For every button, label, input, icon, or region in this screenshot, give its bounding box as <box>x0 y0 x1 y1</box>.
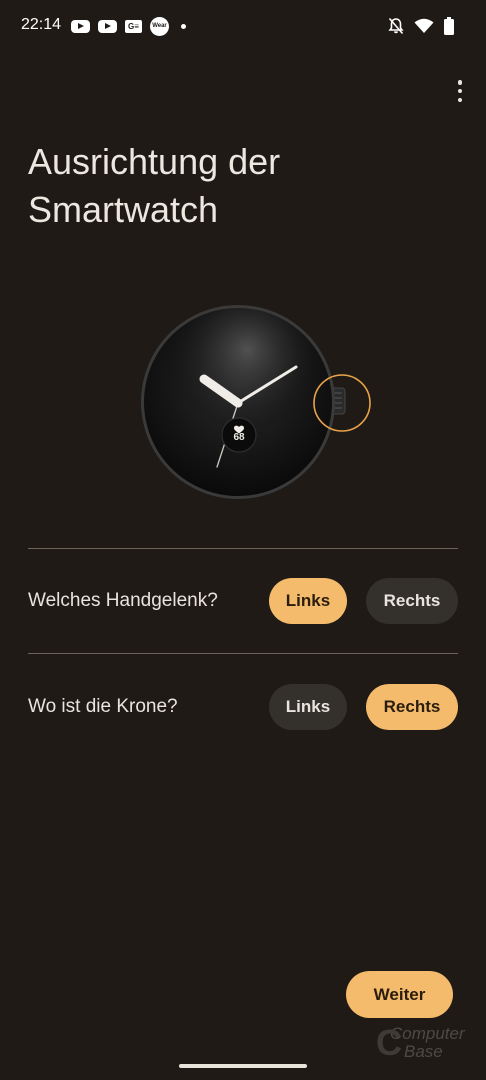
status-bar: 22:14 G≡ Wear <box>0 0 486 54</box>
next-button[interactable]: Weiter <box>346 971 453 1018</box>
more-options-icon[interactable] <box>454 80 466 102</box>
wrist-question-label: Welches Handgelenk? <box>28 590 218 611</box>
divider <box>28 653 458 654</box>
home-indicator[interactable] <box>179 1064 307 1068</box>
bell-off-icon <box>388 17 404 35</box>
status-time: 22:14 <box>21 16 62 33</box>
computerbase-watermark: Computer Base C <box>376 1022 480 1066</box>
wifi-icon <box>414 18 434 33</box>
system-icons <box>388 17 454 35</box>
battery-icon <box>444 17 454 35</box>
watermark-line2: Base <box>404 1042 443 1061</box>
more-notifications-dot-icon <box>181 24 186 29</box>
wrist-right-button[interactable]: Rechts <box>366 578 458 624</box>
youtube-icon <box>71 20 90 33</box>
notification-icons: G≡ Wear <box>71 17 186 36</box>
news-icon: G≡ <box>125 20 142 33</box>
watch-face-icon <box>141 305 371 499</box>
wrist-left-button[interactable]: Links <box>269 578 347 624</box>
page-title: Ausrichtung der Smartwatch <box>28 141 281 230</box>
wear-os-icon: Wear <box>150 17 169 36</box>
crown-question-label: Wo ist die Krone? <box>28 696 178 717</box>
heart-rate-value: 68 <box>233 432 245 443</box>
youtube-icon <box>98 20 117 33</box>
crown-left-button[interactable]: Links <box>269 684 347 730</box>
watermark-c-icon: C <box>376 1022 402 1063</box>
watch-illustration: 68 <box>135 300 375 510</box>
crown-right-button[interactable]: Rechts <box>366 684 458 730</box>
divider <box>28 548 458 549</box>
